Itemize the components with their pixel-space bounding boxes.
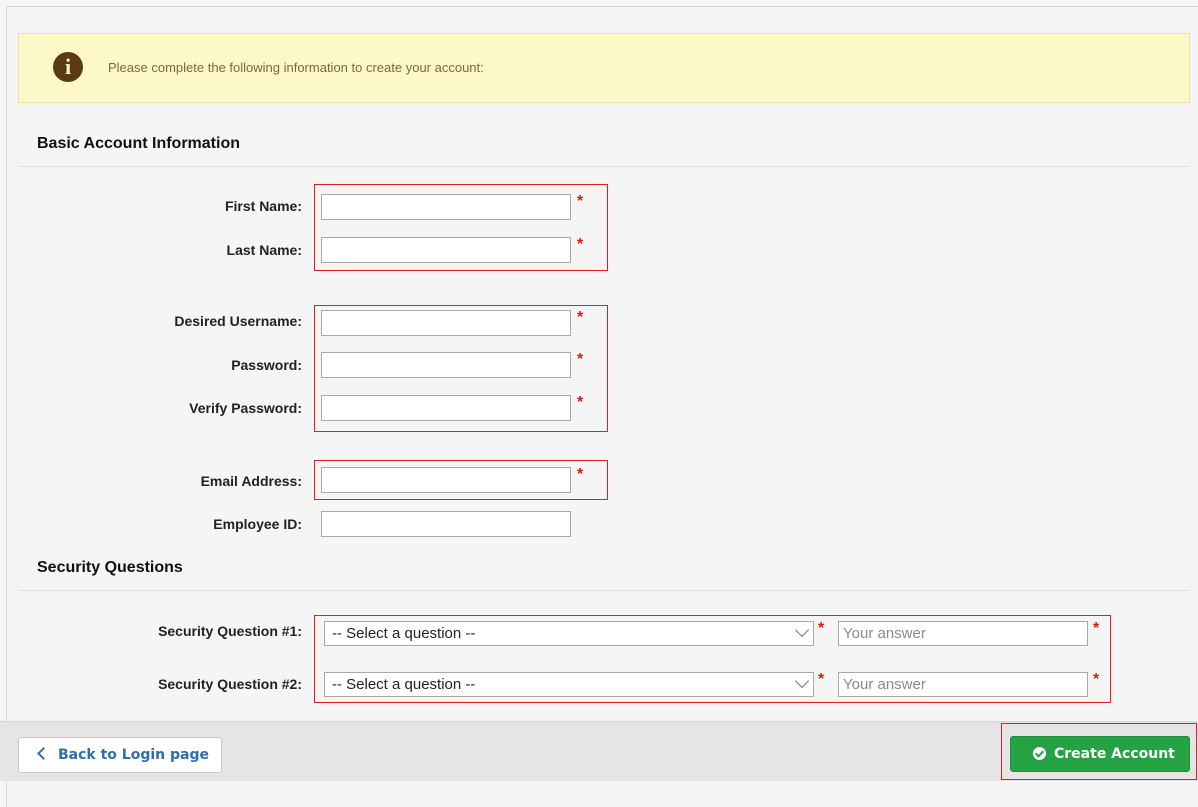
- verify-password-field[interactable]: [321, 395, 571, 421]
- section-divider: [18, 590, 1190, 591]
- info-icon: i: [53, 52, 83, 82]
- required-marker: *: [577, 466, 584, 483]
- employee-id-field[interactable]: [321, 511, 571, 537]
- required-marker: *: [1093, 671, 1100, 688]
- last-name-field[interactable]: [321, 237, 571, 263]
- required-marker: *: [818, 671, 825, 688]
- section-title-basic: Basic Account Information: [37, 135, 240, 152]
- security-question-1-select[interactable]: -- Select a question --: [324, 621, 814, 646]
- username-label: Desired Username:: [174, 313, 302, 329]
- chevron-down-icon: [794, 673, 810, 689]
- required-marker: *: [1093, 620, 1100, 637]
- check-circle-icon: [1033, 747, 1046, 760]
- password-field[interactable]: [321, 352, 571, 378]
- required-marker: *: [818, 620, 825, 637]
- first-name-field[interactable]: [321, 194, 571, 220]
- back-button-label: Back to Login page: [58, 747, 209, 763]
- security-answer-1-field[interactable]: [838, 621, 1088, 646]
- create-account-button[interactable]: Create Account: [1010, 736, 1190, 772]
- first-name-label: First Name:: [224, 198, 302, 214]
- required-marker: *: [577, 193, 584, 210]
- select-value: -- Select a question --: [332, 676, 476, 693]
- email-field[interactable]: [321, 467, 571, 493]
- security-question-2-label: Security Question #2:: [158, 676, 302, 692]
- required-marker: *: [577, 394, 584, 411]
- email-label: Email Address:: [200, 473, 302, 489]
- required-marker: *: [577, 309, 584, 326]
- employee-id-label: Employee ID:: [213, 516, 302, 532]
- section-title-security: Security Questions: [37, 559, 183, 576]
- verify-password-label: Verify Password:: [189, 400, 302, 416]
- password-label: Password:: [231, 357, 302, 373]
- notice-text: Please complete the following informatio…: [108, 60, 484, 75]
- username-field[interactable]: [321, 310, 571, 336]
- chevron-down-icon: [794, 622, 810, 638]
- required-marker: *: [577, 236, 584, 253]
- security-question-1-label: Security Question #1:: [158, 623, 302, 639]
- last-name-label: Last Name:: [226, 242, 302, 258]
- security-question-2-select[interactable]: -- Select a question --: [324, 672, 814, 697]
- select-value: -- Select a question --: [332, 625, 476, 642]
- chevron-left-icon: [37, 747, 50, 760]
- security-answer-2-field[interactable]: [838, 672, 1088, 697]
- required-marker: *: [577, 351, 584, 368]
- create-button-label: Create Account: [1054, 746, 1175, 762]
- info-notice: i Please complete the following informat…: [18, 33, 1190, 103]
- back-to-login-button[interactable]: Back to Login page: [18, 737, 222, 773]
- section-divider: [18, 166, 1190, 167]
